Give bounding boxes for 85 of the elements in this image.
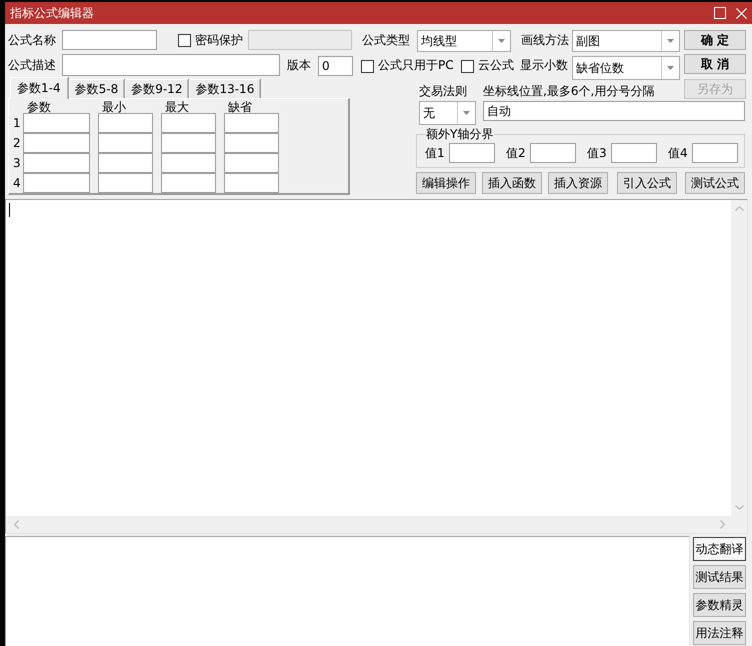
param-field[interactable] [161,173,216,193]
param-tab[interactable]: 参数5-8 [68,79,124,98]
checkbox[interactable] [178,34,191,47]
param-field[interactable] [161,113,216,133]
chevron-down-icon[interactable] [734,505,744,510]
field-label: 画线方法 [521,32,570,49]
chevron-right-icon[interactable] [720,520,725,529]
field-label: 公式名称 [8,32,57,49]
param-field[interactable] [23,113,90,133]
close-icon[interactable] [736,8,747,18]
param-field[interactable] [224,173,279,193]
param-field[interactable] [224,153,279,173]
param-field[interactable] [98,113,153,133]
value-field[interactable] [530,143,576,163]
version-field[interactable]: 0 [318,56,353,76]
decimals-dropdown[interactable]: 缺省位数 [572,56,680,80]
param-tab[interactable]: 参数9-12 [125,79,188,98]
column-header: 参数 [26,101,52,113]
param-field[interactable] [161,133,216,153]
field-label: 公式类型 [362,32,411,49]
output-field[interactable] [5,536,690,646]
param-field[interactable] [161,153,216,173]
trade-rule-dropdown[interactable]: 无 [419,101,476,125]
param-field[interactable] [23,173,90,193]
checkbox-label: 云公式 [478,57,515,74]
column-header: 最小 [101,101,127,113]
axis-lines-field[interactable]: 自动 [483,101,745,121]
param-field[interactable] [23,133,90,153]
checkbox[interactable] [461,60,474,73]
window-title: 指标公式编辑器 [10,6,94,20]
value-field[interactable] [449,143,495,163]
value-field[interactable] [692,143,738,163]
tool-button[interactable]: 插入资源 [548,172,608,194]
side-button[interactable]: 参数精灵 [693,593,746,617]
checkbox-label: 密码保护 [195,32,244,49]
param-field[interactable] [98,133,153,153]
row-number: 3 [12,155,22,172]
checkbox-label: 公式只用于PC [378,57,455,74]
chevron-left-icon[interactable] [14,520,19,529]
caret-icon [498,39,505,43]
ok-button[interactable]: 确 定 [684,30,746,50]
param-field[interactable] [98,153,153,173]
row-number: 4 [12,175,22,192]
row-number: 2 [12,135,22,152]
chevron-up-icon[interactable] [734,206,744,211]
text-cursor [9,203,10,217]
side-button[interactable]: 测试结果 [693,565,746,589]
field-label: 公式描述 [8,57,57,74]
column-header: 缺省 [227,101,253,113]
caret-icon [667,66,674,70]
param-tab[interactable]: 参数1-4 [10,77,68,99]
groupbox-title: 额外Y轴分界 [425,128,494,140]
checkbox[interactable] [361,60,374,73]
param-field[interactable] [23,153,90,173]
tool-button[interactable]: 引入公式 [617,172,677,194]
tool-button[interactable]: 插入函数 [482,172,542,194]
caret-icon [463,111,470,115]
field-label: 值1 [425,145,446,162]
tool-button[interactable]: 测试公式 [685,172,745,194]
column-header: 最大 [164,101,190,113]
field-label: 显示小数 [520,57,569,74]
field-label: 值3 [587,145,608,162]
maximize-icon[interactable] [714,7,726,19]
draw-method-dropdown[interactable]: 副图 [572,30,680,52]
side-button[interactable]: 动态翻译 [693,537,746,561]
field-label: 坐标线位置,最多6个,用分号分隔 [483,84,656,99]
param-field[interactable] [224,113,279,133]
field-label: 版本 [287,57,312,74]
param-field[interactable] [98,173,153,193]
field-label: 值4 [668,145,689,162]
value-field[interactable] [611,143,657,163]
vertical-scrollbar[interactable] [731,200,747,516]
formula-name-field[interactable] [62,30,157,50]
param-tab[interactable]: 参数13-16 [189,79,260,98]
field-label: 值2 [506,145,527,162]
param-field[interactable] [224,133,279,153]
cancel-button[interactable]: 取 消 [684,54,746,74]
tool-button[interactable]: 编辑操作 [416,172,476,194]
description-field[interactable] [62,54,280,76]
row-number: 1 [12,115,22,132]
horizontal-scrollbar[interactable] [6,516,731,533]
formula-type-dropdown[interactable]: 均线型 [417,30,511,52]
caret-icon [667,39,674,43]
side-button[interactable]: 用法注释 [693,621,746,645]
field-label: 交易法则 [419,84,468,99]
